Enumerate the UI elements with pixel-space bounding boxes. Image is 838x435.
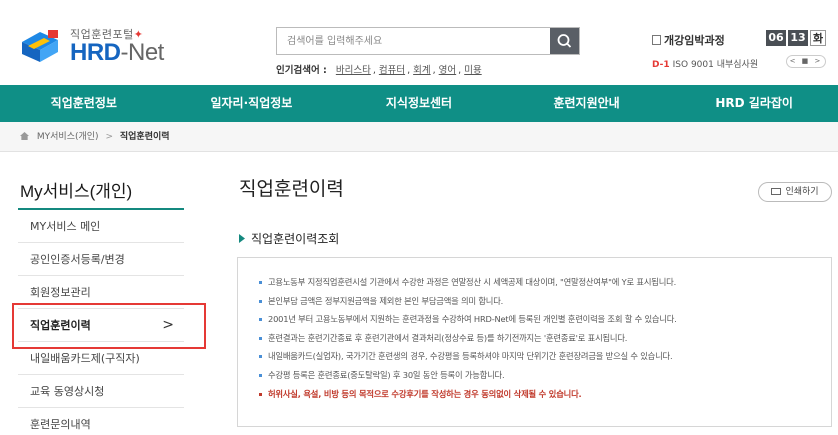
sidebar-title: My서비스(개인) — [20, 182, 133, 201]
course-pager[interactable]: < ■ > — [786, 55, 826, 68]
page: 직업훈련포털✦ HRD-Net 인기검색어 : 바리스타, 컴퓨터, 회계, 영… — [0, 0, 838, 435]
breadcrumb-separator: > — [105, 132, 113, 142]
main-content: 직업훈련이력 인쇄하기 직업훈련이력조회 고용노동부 지정직업훈련시설 기관에서… — [215, 152, 838, 435]
date-day: 13 — [788, 30, 808, 46]
upcoming-course-link[interactable]: D-1 ISO 9001 내부심사원 — [652, 57, 758, 70]
print-button[interactable]: 인쇄하기 — [758, 182, 832, 202]
sidebar-item-label: 공인인증서등록/변경 — [30, 253, 125, 266]
sidebar-item-certificate[interactable]: 공인인증서등록/변경 — [18, 243, 184, 276]
breadcrumb-parent-link[interactable]: MY서비스(개인) — [37, 132, 99, 142]
sidebar-item-label: 내일배움카드제(구직자) — [30, 352, 140, 365]
popular-keyword-link[interactable]: 미용 — [464, 65, 481, 76]
date-weekday: 화 — [810, 30, 826, 46]
course-dday-badge: D-1 — [652, 60, 670, 70]
breadcrumb: MY서비스(개인) > 직업훈련이력 — [0, 122, 838, 152]
hrd-net-logo[interactable]: 직업훈련포털✦ HRD-Net — [18, 24, 178, 72]
notice-item: 내일배움카드(실업자), 국가기간 훈련생의 경우, 수강평을 등록하셔야 마지… — [259, 347, 831, 366]
logo-hrd-text: HRD — [70, 39, 121, 66]
notice-item: 2001년 부터 고용노동부에서 지원하는 훈련과정을 수강하여 HRD-Net… — [259, 310, 831, 329]
search-input[interactable] — [277, 28, 551, 54]
sidebar-item-label: 교육 동영상시청 — [30, 385, 105, 398]
upcoming-course-title: 개강임박과정 — [652, 32, 725, 48]
nav-item-training-support[interactable]: 훈련지원안내 — [503, 85, 671, 122]
main-navigation: 직업훈련정보 일자리·직업정보 지식정보센터 훈련지원안내 HRD 길라잡이 — [0, 85, 838, 122]
course-name: ISO 9001 내부심사원 — [672, 60, 759, 70]
notice-list: 고용노동부 지정직업훈련시설 기관에서 수강한 과정은 연말정산 시 세액공제 … — [238, 258, 831, 403]
search-box — [276, 27, 580, 55]
nav-item-knowledge-center[interactable]: 지식정보센터 — [335, 85, 503, 122]
popular-keywords-label: 인기검색어 : — [276, 65, 327, 76]
notice-item: 훈련결과는 훈련기간종료 후 훈련기관에서 결과처리(정상수료 등)를 하기전까… — [259, 329, 831, 348]
popular-keyword-link[interactable]: 영어 — [439, 65, 456, 76]
notice-item: 본인부담 금액은 정부지원금액을 제외한 본인 부담금액을 의미 합니다. — [259, 292, 831, 311]
sidebar-item-my-service-main[interactable]: MY서비스 메인 — [18, 210, 184, 243]
nav-item-training-info[interactable]: 직업훈련정보 — [0, 85, 168, 122]
printer-icon — [771, 188, 782, 195]
print-button-label: 인쇄하기 — [785, 187, 819, 197]
header: 직업훈련포털✦ HRD-Net 인기검색어 : 바리스타, 컴퓨터, 회계, 영… — [0, 0, 838, 85]
page-title: 직업훈련이력 — [239, 178, 344, 200]
logo-wordmark: HRD-Net — [70, 39, 164, 67]
sidebar-item-label: MY서비스 메인 — [30, 220, 101, 233]
sidebar-item-education-video[interactable]: 교육 동영상시청 — [18, 375, 184, 408]
home-icon[interactable] — [20, 132, 29, 140]
notice-box: 고용노동부 지정직업훈련시설 기관에서 수강한 과정은 연말정산 시 세액공제 … — [237, 257, 832, 427]
sidebar-item-label: 훈련문의내역 — [30, 418, 91, 431]
sidebar-item-label: 회원정보관리 — [30, 286, 91, 299]
popular-keyword-link[interactable]: 바리스타 — [336, 65, 371, 76]
section-bullet-icon — [239, 234, 245, 243]
section-title-text: 직업훈련이력조회 — [251, 232, 340, 246]
upcoming-course-widget: 개강임박과정 06 13 화 D-1 ISO 9001 내부심사원 < ■ > — [640, 24, 826, 74]
search-icon — [557, 34, 572, 48]
highlight-annotation-box — [12, 303, 206, 349]
popular-keyword-link[interactable]: 회계 — [413, 65, 430, 76]
logo-mark-icon — [22, 30, 58, 62]
section-title: 직업훈련이력조회 — [239, 230, 339, 247]
notice-warning-item: 허위사실, 욕설, 비방 등의 목적으로 수강후기를 작성하는 경우 동의없이 … — [259, 385, 831, 404]
popular-keyword-link[interactable]: 컴퓨터 — [379, 65, 405, 76]
date-month: 06 — [766, 30, 786, 46]
sidebar: My서비스(개인) MY서비스 메인 공인인증서등록/변경 회원정보관리 직업훈… — [18, 152, 184, 435]
nav-item-hrd-guide[interactable]: HRD 길라잡이 — [670, 85, 838, 122]
logo-net-text: -Net — [120, 39, 165, 66]
breadcrumb-current: 직업훈련이력 — [119, 132, 170, 142]
nav-item-job-info[interactable]: 일자리·직업정보 — [168, 85, 336, 122]
sidebar-item-inquiry-history[interactable]: 훈련문의내역 — [18, 408, 184, 435]
document-icon — [652, 35, 661, 45]
notice-item: 고용노동부 지정직업훈련시설 기관에서 수강한 과정은 연말정산 시 세액공제 … — [259, 273, 831, 292]
upcoming-course-title-text: 개강임박과정 — [664, 34, 725, 47]
popular-keywords: 인기검색어 : 바리스타, 컴퓨터, 회계, 영어, 미용 — [276, 65, 482, 76]
notice-item: 수강평 등록은 훈련종료(중도탈락일) 후 30일 동안 등록이 가능합니다. — [259, 366, 831, 385]
search-button[interactable] — [550, 28, 579, 54]
